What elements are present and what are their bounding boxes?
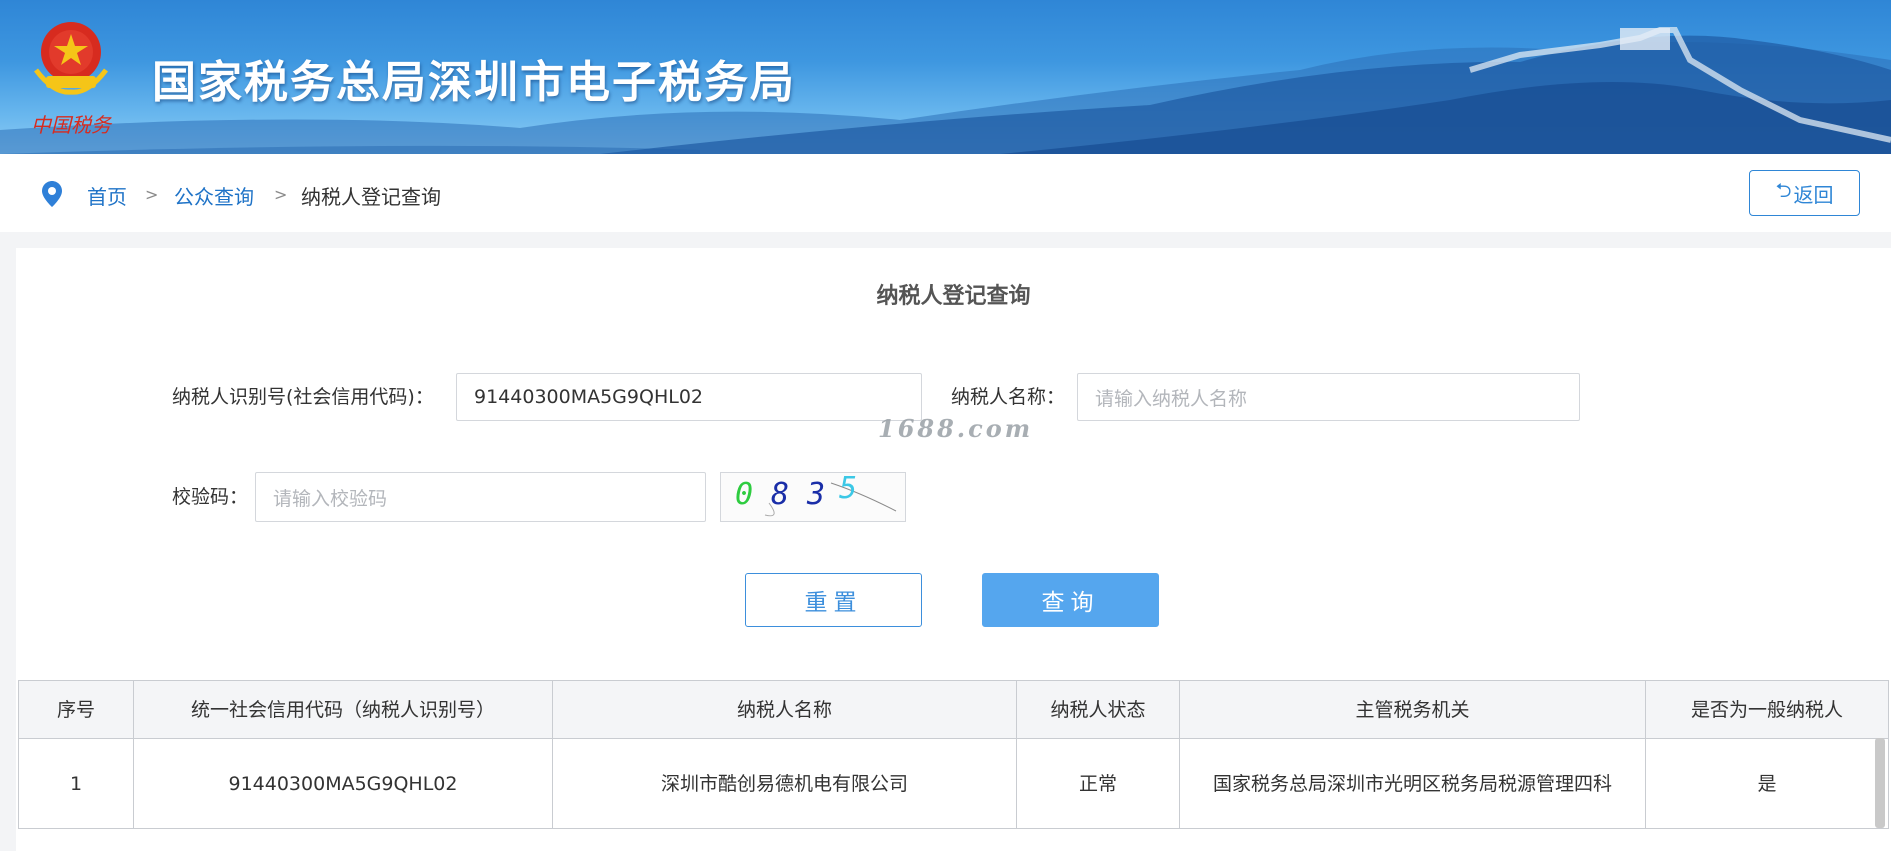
- captcha-char: 3: [807, 477, 826, 512]
- column-header-general-taxpayer: 是否为一般纳税人: [1645, 680, 1889, 739]
- breadcrumb-current: 纳税人登记查询: [301, 185, 441, 209]
- cell-tax-authority: 国家税务总局深圳市光明区税务局税源管理四科: [1179, 738, 1646, 829]
- column-header-tax-authority: 主管税务机关: [1179, 680, 1646, 739]
- taxpayer-id-label: 纳税人识别号(社会信用代码)：: [172, 386, 434, 408]
- reset-button[interactable]: 重置: [745, 573, 922, 627]
- taxpayer-id-input[interactable]: 91440300MA5G9QHL02: [456, 373, 922, 421]
- table-header-row: 序号 统一社会信用代码（纳税人识别号） 纳税人名称 纳税人状态 主管税务机关 是…: [18, 680, 1889, 739]
- column-header-taxpayer-name: 纳税人名称: [552, 680, 1017, 739]
- svg-text:中国税务: 中国税务: [31, 113, 113, 137]
- captcha-label: 校验码：: [172, 486, 249, 508]
- breadcrumb-separator: >: [274, 185, 288, 204]
- page-title: 纳税人登记查询: [876, 284, 1031, 309]
- back-button-label: 返回: [1793, 182, 1834, 207]
- cell-taxpayer-name: 深圳市酷创易德机电有限公司: [552, 738, 1017, 829]
- captcha-input[interactable]: 请输入校验码: [255, 472, 706, 522]
- site-title: 国家税务总局深圳市电子税务局: [152, 57, 796, 108]
- column-header-index: 序号: [18, 680, 134, 739]
- breadcrumb: 首页 > 公众查询 > 纳税人登记查询 ⮌ 返回: [0, 154, 1891, 232]
- captcha-char: 8: [771, 477, 790, 512]
- query-button[interactable]: 查询: [982, 573, 1159, 627]
- captcha-char: 5: [839, 471, 858, 506]
- column-header-credit-code: 统一社会信用代码（纳税人识别号）: [133, 680, 553, 739]
- results-table: 序号 统一社会信用代码（纳税人识别号） 纳税人名称 纳税人状态 主管税务机关 是…: [18, 680, 1889, 829]
- breadcrumb-separator: >: [145, 185, 159, 204]
- breadcrumb-public-query-link[interactable]: 公众查询: [174, 181, 254, 210]
- captcha-char: 0: [735, 477, 754, 512]
- cell-status: 正常: [1016, 738, 1180, 829]
- header-banner: 中国税务 国家税务总局深圳市电子税务局: [0, 0, 1891, 154]
- breadcrumb-home-link[interactable]: 首页: [87, 181, 127, 210]
- undo-arrow-icon: ⮌: [1775, 178, 1792, 202]
- tax-emblem-icon: 中国税务: [31, 22, 113, 137]
- taxpayer-name-input[interactable]: 请输入纳税人名称: [1077, 373, 1580, 421]
- taxpayer-name-label: 纳税人名称：: [951, 386, 1066, 408]
- back-button[interactable]: ⮌ 返回: [1749, 170, 1860, 216]
- captcha-image[interactable]: 0 8 3 5: [720, 471, 906, 522]
- table-scrollbar[interactable]: [1875, 738, 1885, 828]
- cell-index: 1: [18, 738, 134, 829]
- table-row: 1 91440300MA5G9QHL02 深圳市酷创易德机电有限公司 正常 国家…: [18, 738, 1889, 829]
- cell-general-taxpayer: 是: [1645, 738, 1889, 829]
- location-pin-icon: [42, 181, 62, 207]
- watermark: 1688.com: [878, 414, 1034, 443]
- cell-credit-code: 91440300MA5G9QHL02: [133, 738, 553, 829]
- column-header-status: 纳税人状态: [1016, 680, 1180, 739]
